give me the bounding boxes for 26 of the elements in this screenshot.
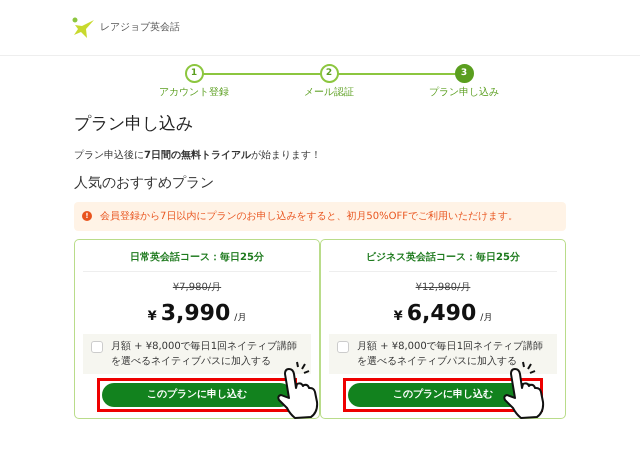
- price-unit: /月: [480, 312, 492, 324]
- step-label: プラン申し込み: [429, 86, 499, 100]
- notice-text: 会員登録から7日以内にプランのお申し込みをすると、初月50%OFFでご利用いただけます。: [100, 210, 518, 224]
- plan-name: 日常英会話コース：毎日25分: [83, 246, 311, 272]
- logo-text: レアジョブ英会話: [100, 20, 180, 35]
- currency-symbol: ¥: [148, 308, 157, 326]
- step-label: メール認証: [304, 86, 354, 100]
- logo-icon: [72, 16, 96, 38]
- section-title: 人気のおすすめプラン: [74, 174, 215, 192]
- old-price: ¥12,980/月: [414, 280, 472, 294]
- checkbox[interactable]: [337, 340, 349, 352]
- step-number: 3: [454, 64, 474, 83]
- intro-text: プラン申込後に7日間の無料トライアルが始まります！: [74, 148, 322, 162]
- price-unit: /月: [234, 312, 246, 324]
- price: 3,990: [160, 300, 230, 328]
- plan-name: ビジネス英会話コース：毎日25分: [329, 246, 557, 272]
- option-label: 月額 + ¥8,000で毎日1回ネイティブ講師を選べるネイティブパスに加入する: [357, 340, 544, 368]
- page-title: プラン申し込み: [74, 113, 194, 136]
- step-number: 1: [184, 64, 204, 83]
- step-number: 2: [320, 64, 338, 83]
- currency-symbol: ¥: [394, 308, 403, 326]
- checkbox[interactable]: [91, 340, 103, 352]
- price: 6,490: [406, 300, 476, 328]
- step-label: アカウント登録: [159, 86, 229, 100]
- old-price: ¥7,980/月: [172, 280, 222, 294]
- option-label: 月額 + ¥8,000で毎日1回ネイティブ講師を選べるネイティブパスに加入する: [111, 340, 298, 368]
